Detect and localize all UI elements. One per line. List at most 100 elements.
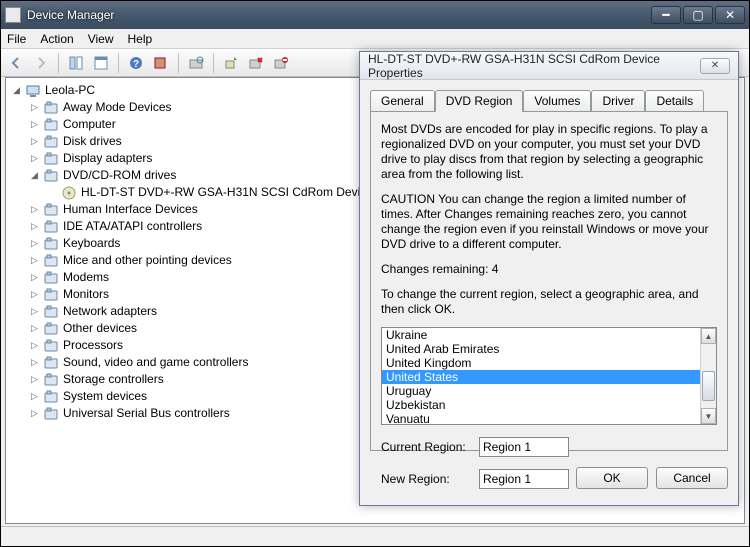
dvd-region-tabpane: Most DVDs are encoded for play in specif… <box>370 111 728 451</box>
help-button[interactable]: ? <box>125 52 147 74</box>
changes-remaining: Changes remaining: 4 <box>381 262 717 277</box>
expand-icon[interactable]: ▷ <box>30 375 39 384</box>
tree-item-label: DVD/CD-ROM drives <box>63 167 176 184</box>
device-category-icon <box>43 100 59 116</box>
current-region-label: Current Region: <box>381 440 471 454</box>
close-button[interactable]: ✕ <box>715 6 745 24</box>
country-listbox[interactable]: UkraineUnited Arab EmiratesUnited Kingdo… <box>381 327 717 425</box>
device-category-icon <box>43 151 59 167</box>
device-category-icon <box>43 236 59 252</box>
expand-icon[interactable]: ▷ <box>30 103 39 112</box>
tab-general[interactable]: General <box>370 90 435 112</box>
cancel-button[interactable]: Cancel <box>656 467 728 489</box>
properties-dialog: HL-DT-ST DVD+-RW GSA-H31N SCSI CdRom Dev… <box>359 51 739 506</box>
device-category-icon <box>43 355 59 371</box>
expand-icon[interactable]: ▷ <box>30 324 39 333</box>
device-category-icon <box>43 338 59 354</box>
show-hide-tree-button[interactable] <box>65 52 87 74</box>
menu-view[interactable]: View <box>88 32 114 46</box>
window-title: Device Manager <box>27 8 651 22</box>
list-item[interactable]: United Kingdom <box>382 356 700 370</box>
dvd-drive-icon <box>61 185 77 201</box>
expand-icon[interactable]: ▷ <box>30 392 39 401</box>
tree-item-label: Other devices <box>63 320 137 337</box>
list-item[interactable]: Uzbekistan <box>382 398 700 412</box>
intro-text: Most DVDs are encoded for play in specif… <box>381 122 717 182</box>
tree-item-label: Human Interface Devices <box>63 201 198 218</box>
minimize-button[interactable]: ━ <box>651 6 681 24</box>
maximize-button[interactable]: ▢ <box>683 6 713 24</box>
tree-item-label: Mice and other pointing devices <box>63 252 232 269</box>
expand-icon[interactable]: ▷ <box>30 358 39 367</box>
expand-icon[interactable]: ▷ <box>30 137 39 146</box>
tree-item-label: Network adapters <box>63 303 157 320</box>
menubar: File Action View Help <box>1 29 749 49</box>
ok-button[interactable]: OK <box>576 467 648 489</box>
tree-item-label: Away Mode Devices <box>63 99 172 116</box>
uninstall-button[interactable] <box>245 52 267 74</box>
device-category-icon <box>43 168 59 184</box>
expand-icon[interactable]: ▷ <box>30 239 39 248</box>
list-item[interactable]: United States <box>382 370 700 384</box>
device-category-icon <box>43 117 59 133</box>
menu-file[interactable]: File <box>7 32 26 46</box>
collapse-icon[interactable]: ◢ <box>12 86 21 95</box>
menu-help[interactable]: Help <box>128 32 153 46</box>
device-category-icon <box>43 406 59 422</box>
expand-icon[interactable]: ▷ <box>30 256 39 265</box>
listbox-scrollbar[interactable]: ▲ ▼ <box>700 328 716 424</box>
dialog-close-button[interactable]: ✕ <box>700 58 730 74</box>
device-manager-window: Device Manager ━ ▢ ✕ File Action View He… <box>0 0 750 547</box>
tab-details[interactable]: Details <box>645 90 704 112</box>
current-region-field: Region 1 <box>479 437 569 457</box>
tree-item-label: Monitors <box>63 286 109 303</box>
list-item[interactable]: Ukraine <box>382 328 700 342</box>
svg-text:?: ? <box>133 59 139 70</box>
tab-dvd-region[interactable]: DVD Region <box>435 90 524 112</box>
device-category-icon <box>43 202 59 218</box>
expand-icon[interactable]: ▷ <box>30 154 39 163</box>
caution-text: CAUTION You can change the region a limi… <box>381 192 717 252</box>
expand-icon[interactable]: ▷ <box>30 307 39 316</box>
expand-icon[interactable]: ▷ <box>30 120 39 129</box>
scan-hardware-button[interactable] <box>185 52 207 74</box>
update-driver-button[interactable] <box>220 52 242 74</box>
tree-item-label: Computer <box>63 116 116 133</box>
back-button[interactable] <box>5 52 27 74</box>
tab-volumes[interactable]: Volumes <box>523 90 591 112</box>
expand-icon[interactable]: ▷ <box>30 205 39 214</box>
properties-toolbar-button[interactable] <box>90 52 112 74</box>
menu-action[interactable]: Action <box>40 32 73 46</box>
tab-driver[interactable]: Driver <box>591 90 645 112</box>
collapse-icon[interactable]: ◢ <box>30 171 39 180</box>
new-region-field: Region 1 <box>479 469 569 489</box>
new-region-label: New Region: <box>381 472 471 486</box>
tree-item-label: Sound, video and game controllers <box>63 354 248 371</box>
device-category-icon <box>43 270 59 286</box>
expand-icon[interactable]: ▷ <box>30 222 39 231</box>
list-item[interactable]: Uruguay <box>382 384 700 398</box>
dialog-titlebar: HL-DT-ST DVD+-RW GSA-H31N SCSI CdRom Dev… <box>360 52 738 80</box>
device-category-icon <box>43 287 59 303</box>
tree-item-label: Disk drives <box>63 133 122 150</box>
action-toolbar-button[interactable] <box>150 52 172 74</box>
scroll-up-icon[interactable]: ▲ <box>701 328 716 344</box>
list-item[interactable]: United Arab Emirates <box>382 342 700 356</box>
disable-button[interactable] <box>270 52 292 74</box>
tree-item-label: Keyboards <box>63 235 120 252</box>
expand-icon[interactable]: ▷ <box>30 409 39 418</box>
expand-icon[interactable]: ▷ <box>30 341 39 350</box>
list-item[interactable]: Vanuatu <box>382 412 700 424</box>
titlebar: Device Manager ━ ▢ ✕ <box>1 1 749 29</box>
tree-item-label: Modems <box>63 269 109 286</box>
device-category-icon <box>43 372 59 388</box>
dialog-tabs: GeneralDVD RegionVolumesDriverDetails <box>370 90 728 112</box>
expand-icon[interactable]: ▷ <box>30 273 39 282</box>
expand-icon[interactable]: ▷ <box>30 290 39 299</box>
forward-button[interactable] <box>30 52 52 74</box>
app-icon <box>5 7 21 23</box>
device-category-icon <box>43 321 59 337</box>
scroll-thumb[interactable] <box>702 371 715 401</box>
scroll-down-icon[interactable]: ▼ <box>701 408 716 424</box>
tree-item-label: System devices <box>63 388 147 405</box>
